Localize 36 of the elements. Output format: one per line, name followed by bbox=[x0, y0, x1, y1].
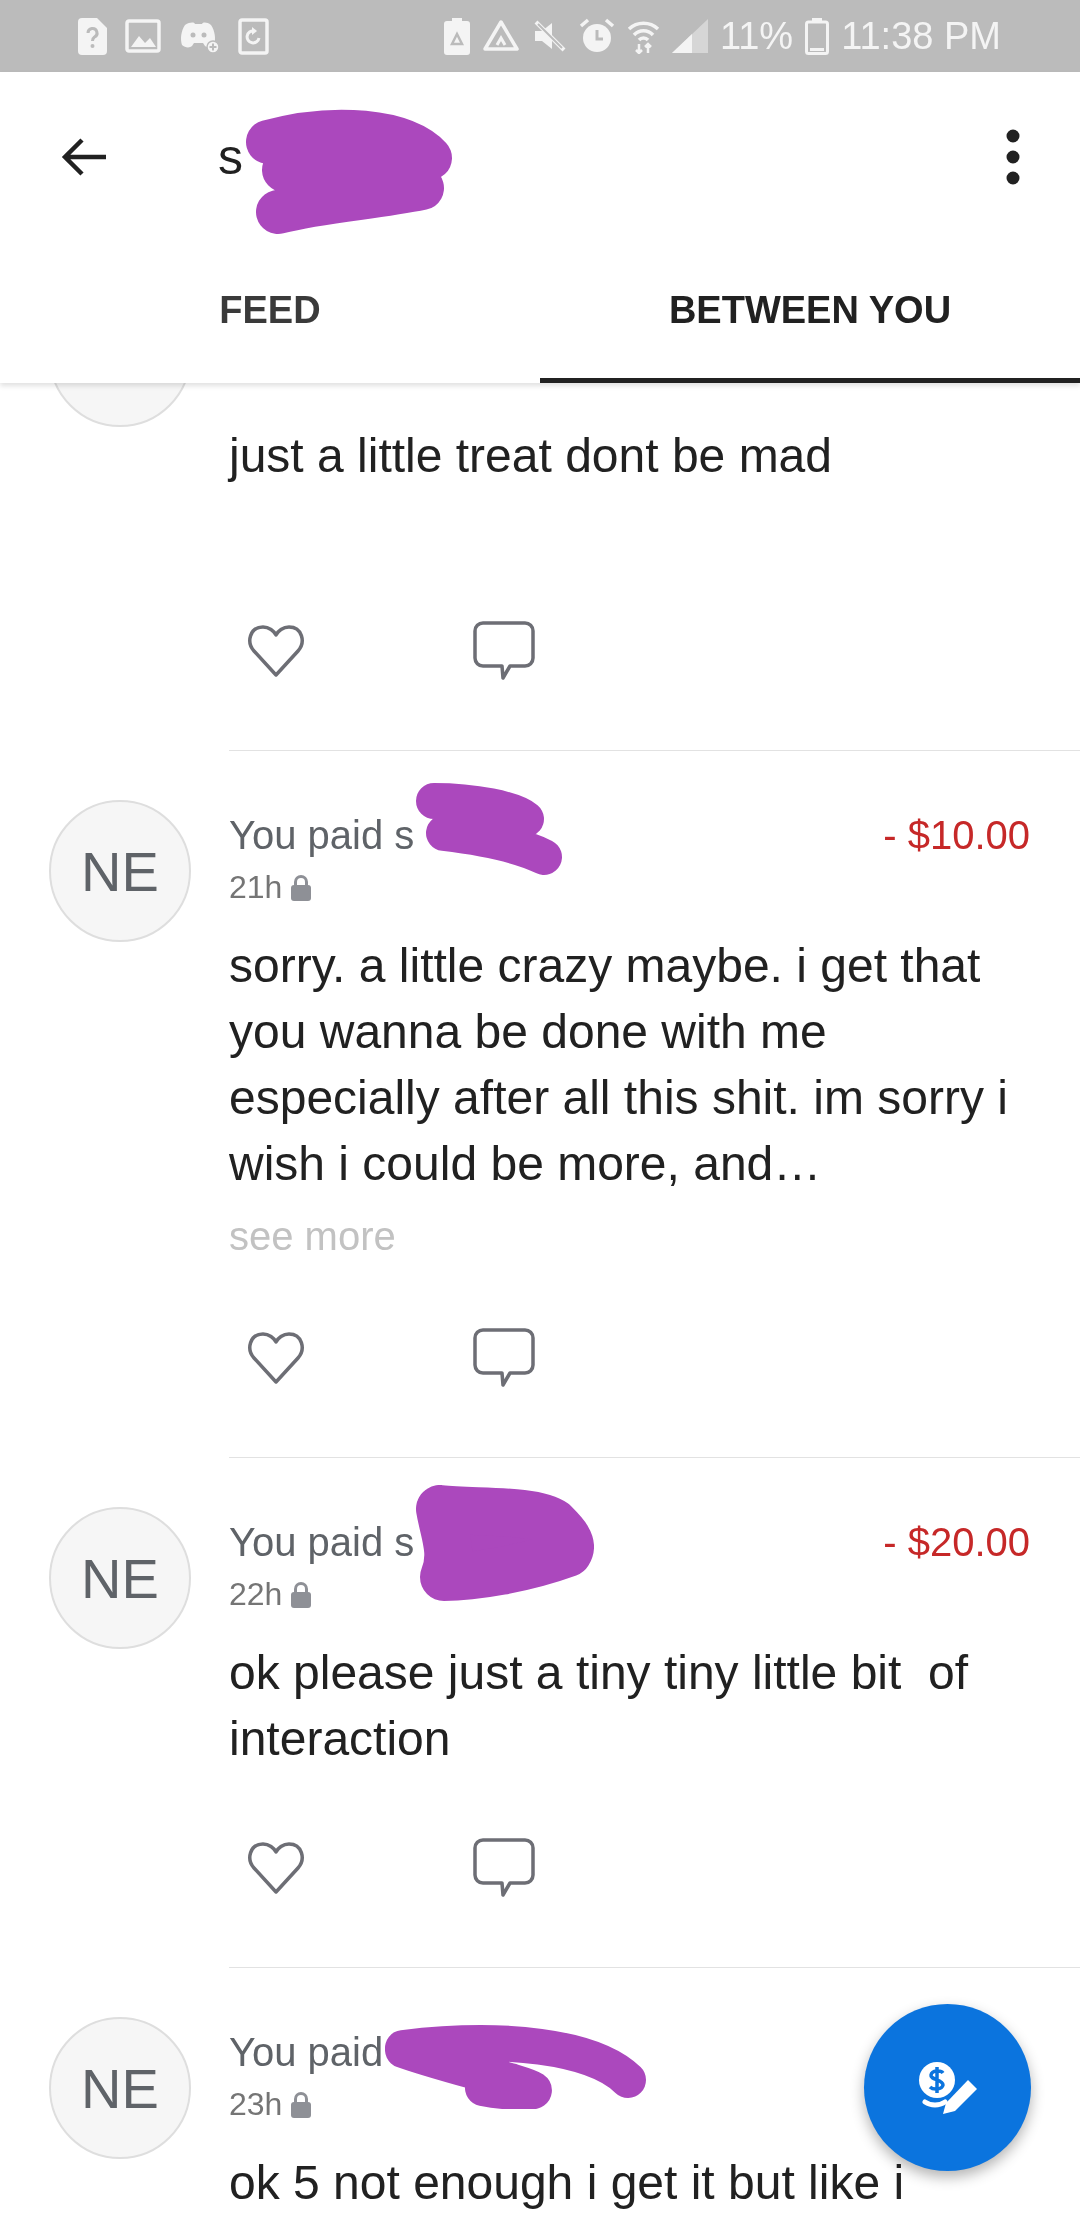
comment-button[interactable] bbox=[472, 620, 536, 682]
comment-button[interactable] bbox=[472, 1327, 536, 1389]
back-arrow-icon bbox=[60, 137, 108, 177]
payment-summary: You paid bbox=[229, 2029, 384, 2076]
post-message: ok 5 not enough i get it but like i bbox=[229, 2155, 906, 2211]
contact-name: s bbox=[218, 128, 243, 187]
speech-bubble-icon bbox=[472, 620, 536, 682]
payment-amount: - $20.00 bbox=[883, 1519, 1030, 1566]
more-vertical-icon bbox=[1006, 129, 1020, 185]
alarm-clock-icon bbox=[578, 18, 615, 54]
avatar: NE bbox=[49, 2017, 191, 2159]
speech-bubble-icon bbox=[472, 1327, 536, 1389]
timestamp: 23h bbox=[229, 2085, 283, 2124]
payment-summary: You paid s bbox=[229, 812, 415, 859]
payment-summary: You paid s bbox=[229, 1519, 415, 1566]
payment-amount: - $10.00 bbox=[883, 812, 1030, 859]
battery-percentage: 11% bbox=[719, 14, 794, 58]
post-message: just a little treat dont be mad bbox=[229, 428, 833, 484]
timestamp: 21h bbox=[229, 868, 283, 907]
speech-bubble-icon bbox=[472, 1837, 536, 1899]
sim-card-icon bbox=[78, 17, 107, 55]
avatar: NE bbox=[49, 800, 191, 942]
avatar: NE bbox=[49, 1507, 191, 1649]
signal-icon bbox=[671, 19, 708, 53]
refresh-icon bbox=[238, 17, 269, 55]
image-icon bbox=[125, 19, 161, 53]
comment-button[interactable] bbox=[472, 1837, 536, 1899]
tab[interactable]: BETWEEN YOU bbox=[540, 242, 1080, 383]
triangle-icon bbox=[481, 19, 520, 53]
timestamp: 22h bbox=[229, 1575, 283, 1614]
post-message: ok please just a tiny tiny little bit of interaction bbox=[229, 1645, 970, 1767]
clock-time: 11:38 PM bbox=[841, 14, 1001, 58]
tab[interactable]: FEED bbox=[0, 242, 540, 383]
battery-icon bbox=[805, 17, 830, 55]
wifi-icon bbox=[626, 18, 660, 54]
post-message: sorry. a little crazy maybe. i get that you wanna be done with me especially after all this shit. im sorry i wish i could be more, and… bbox=[229, 938, 1009, 1192]
